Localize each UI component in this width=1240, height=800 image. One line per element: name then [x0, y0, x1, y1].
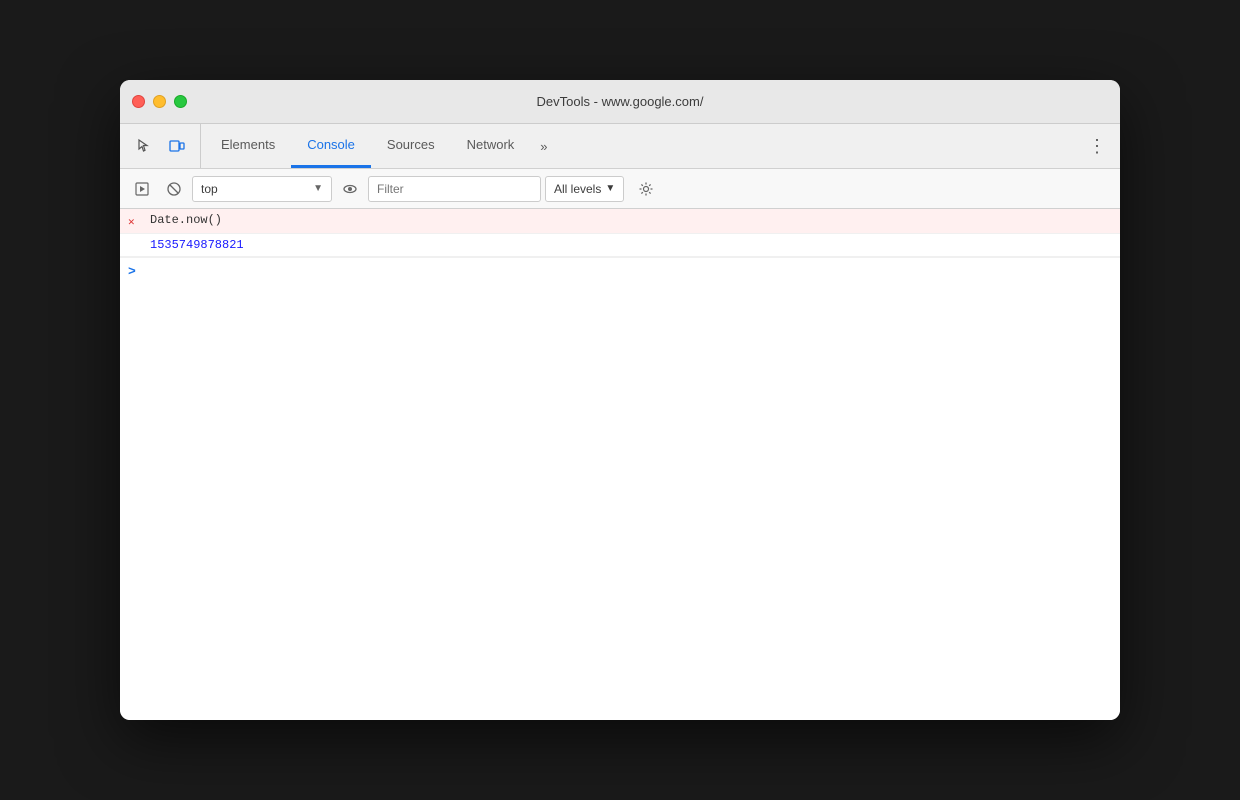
prompt-chevron-icon: > [128, 264, 136, 279]
execute-button[interactable] [128, 175, 156, 203]
traffic-lights [132, 95, 187, 108]
console-output-area: ✕ Date.now() 1535749878821 > [120, 209, 1120, 720]
tab-elements[interactable]: Elements [205, 124, 291, 168]
console-entry-command: ✕ Date.now() [120, 209, 1120, 234]
tab-sources[interactable]: Sources [371, 124, 451, 168]
entry-result-value: 1535749878821 [150, 238, 1112, 252]
console-settings-button[interactable] [632, 175, 660, 203]
console-entry-result: 1535749878821 [120, 234, 1120, 257]
log-levels-selector[interactable]: All levels ▼ [545, 176, 624, 202]
context-dropdown-arrow: ▼ [313, 183, 323, 194]
console-input-line[interactable]: > [120, 257, 1120, 285]
filter-input[interactable] [368, 176, 541, 202]
maximize-button[interactable] [174, 95, 187, 108]
tab-spacer [558, 124, 1082, 168]
devtools-window: DevTools - www.google.com/ Elements Cons… [120, 80, 1120, 720]
devtools-menu-button[interactable]: ⋮ [1082, 131, 1112, 161]
clear-console-button[interactable] [160, 175, 188, 203]
tab-more-button[interactable]: » [530, 124, 557, 168]
tab-icon-group [128, 124, 201, 168]
tab-network[interactable]: Network [451, 124, 531, 168]
console-toolbar: top ▼ All levels ▼ [120, 169, 1120, 209]
tab-console[interactable]: Console [291, 124, 371, 168]
context-selector[interactable]: top ▼ [192, 176, 332, 202]
console-input-field[interactable] [144, 265, 1112, 279]
window-title: DevTools - www.google.com/ [537, 94, 704, 109]
device-toolbar-button[interactable] [162, 131, 192, 161]
minimize-button[interactable] [153, 95, 166, 108]
live-expressions-button[interactable] [336, 175, 364, 203]
entry-command-text: Date.now() [150, 213, 1112, 227]
inspect-element-button[interactable] [128, 131, 158, 161]
levels-dropdown-arrow: ▼ [605, 183, 615, 194]
titlebar: DevTools - www.google.com/ [120, 80, 1120, 124]
entry-error-icon: ✕ [128, 215, 142, 229]
close-button[interactable] [132, 95, 145, 108]
tabbar: Elements Console Sources Network » ⋮ [120, 124, 1120, 169]
